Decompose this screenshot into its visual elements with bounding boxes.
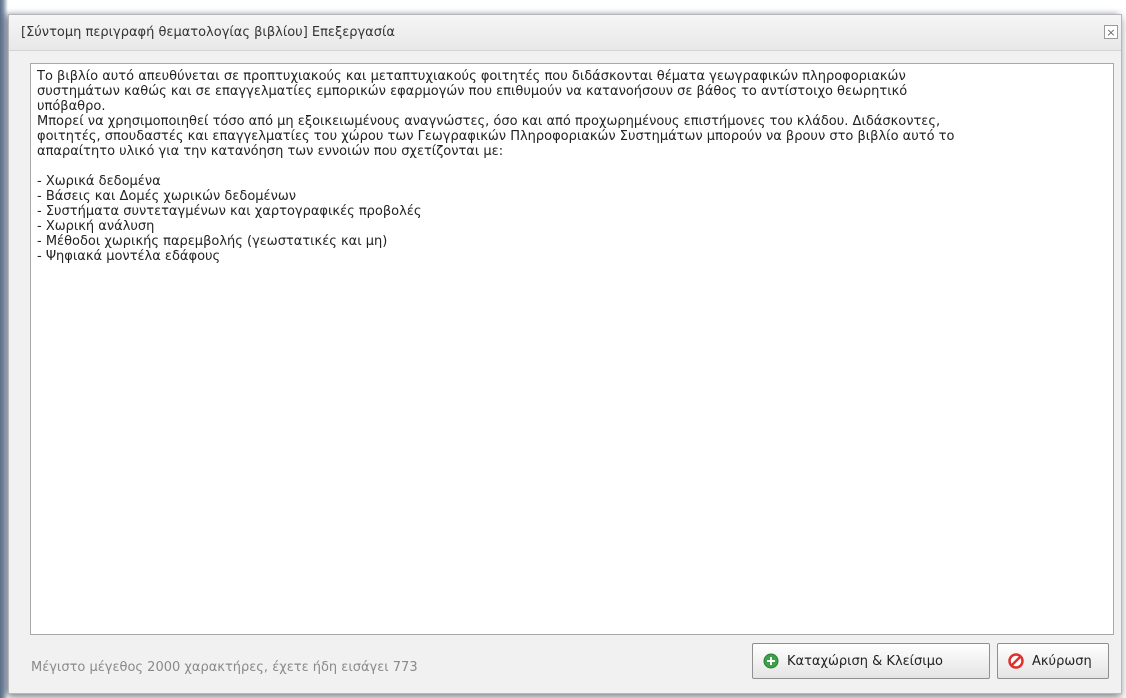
cancel-circle-icon <box>1008 653 1024 669</box>
text-line: υπόβαθρο. <box>37 99 106 114</box>
dialog-title: [Σύντομη περιγραφή θεματολογίας βιβλίου]… <box>21 25 395 40</box>
window-backdrop: [Σύντομη περιγραφή θεματολογίας βιβλίου]… <box>0 0 1126 698</box>
edit-dialog: [Σύντομη περιγραφή θεματολογίας βιβλίου]… <box>8 14 1122 694</box>
text-line <box>37 159 1107 174</box>
cancel-label: Ακύρωση <box>1032 653 1092 669</box>
plus-circle-icon <box>763 653 779 669</box>
cancel-button[interactable]: Ακύρωση <box>997 643 1109 679</box>
close-icon: × <box>1106 25 1116 39</box>
save-close-label: Καταχώριση & Κλείσιμο <box>787 653 943 669</box>
description-textarea[interactable]: Το βιβλίο αυτό απευθύνεται σε προπτυχιακ… <box>30 63 1114 635</box>
text-line: - Ψηφιακά μοντέλα εδάφους <box>37 249 221 264</box>
text-line: φοιτητές, σπουδαστές και επαγγελματίες τ… <box>37 129 955 144</box>
close-button[interactable]: × <box>1104 25 1118 39</box>
text-line: - Χωρικά δεδομένα <box>37 174 161 189</box>
text-line: - Συστήματα συντεταγμένων και χαρτογραφι… <box>37 204 422 219</box>
save-close-button[interactable]: Καταχώριση & Κλείσιμο <box>752 643 990 679</box>
text-line: - Χωρική ανάλυση <box>37 219 155 234</box>
text-line: συστημάτων καθώς και σε επαγγελματίες εμ… <box>37 84 908 99</box>
text-line: - Μέθοδοι χωρικής παρεμβολής (γεωστατικέ… <box>37 234 388 249</box>
dialog-titlebar[interactable]: [Σύντομη περιγραφή θεματολογίας βιβλίου]… <box>9 15 1121 51</box>
text-line: Το βιβλίο αυτό απευθύνεται σε προπτυχιακ… <box>37 69 906 84</box>
text-line: απαραίτητο υλικό για την κατανόηση των ε… <box>37 144 504 159</box>
text-line: Μπορεί να χρησιμοποιηθεί τόσο από μη εξο… <box>37 114 941 129</box>
text-line: - Βάσεις και Δομές χωρικών δεδομένων <box>37 189 296 204</box>
character-count-info: Μέγιστο μέγεθος 2000 χαρακτήρες, έχετε ή… <box>31 660 418 675</box>
